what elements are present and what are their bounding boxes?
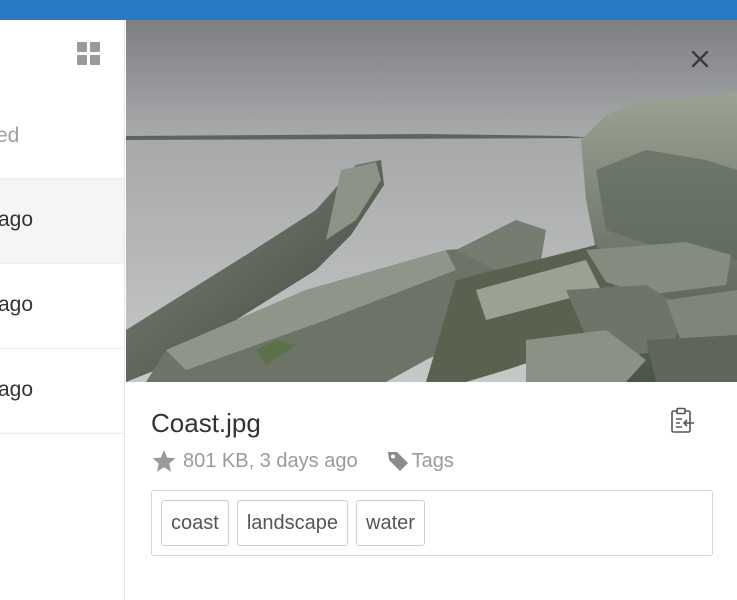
grid-view-icon[interactable]: [77, 42, 101, 66]
file-row[interactable]: ago: [0, 179, 124, 264]
file-name: Coast.jpg: [151, 408, 261, 438]
file-size-date: 801 KB, 3 days ago: [183, 449, 358, 472]
top-bar: [0, 0, 737, 20]
tag-chip[interactable]: water: [356, 500, 425, 546]
file-row-modified: ago: [0, 378, 34, 401]
image-preview: [126, 20, 737, 382]
file-list-panel: ed ago ago ago: [0, 20, 125, 600]
list-header-label: ed: [0, 124, 20, 147]
tag-chip[interactable]: coast: [161, 500, 229, 546]
file-row-modified: ago: [0, 293, 34, 316]
divider: [0, 178, 124, 179]
file-row-modified: ago: [0, 208, 34, 231]
tags-link[interactable]: Tags: [412, 450, 454, 473]
clipboard-icon[interactable]: [668, 406, 696, 434]
file-meta: 801 KB, 3 days ago Tags: [151, 448, 454, 474]
tag-input[interactable]: coast landscape water: [151, 490, 713, 556]
star-icon[interactable]: [151, 448, 177, 474]
tag-chip[interactable]: landscape: [236, 500, 348, 546]
details-panel: Coast.jpg 801 KB, 3 days ago Tags coast …: [126, 20, 737, 600]
file-row[interactable]: ago: [0, 349, 124, 434]
file-row[interactable]: ago: [0, 264, 124, 349]
close-icon[interactable]: [689, 48, 711, 70]
coast-photo: [126, 20, 737, 382]
tag-icon: [387, 452, 408, 471]
